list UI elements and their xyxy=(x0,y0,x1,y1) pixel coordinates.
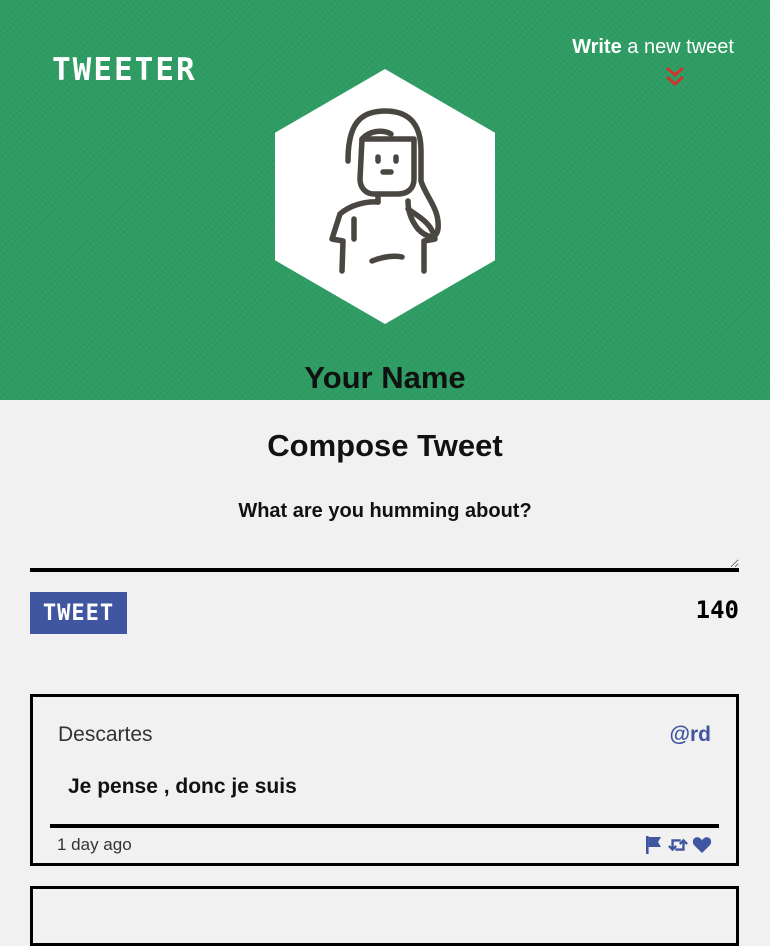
tweet-author: Descartes xyxy=(58,723,153,746)
user-name: Your Name xyxy=(304,360,466,395)
tweet-button[interactable]: TWEET xyxy=(30,592,127,634)
tweet-timestamp: 1 day ago xyxy=(57,835,132,854)
tweet-actions xyxy=(644,834,712,856)
double-chevron-down-icon[interactable] xyxy=(660,66,690,88)
tweet-divider xyxy=(50,824,719,828)
profile-header: TWEETER Write a new tweet Your Name xyxy=(0,0,770,400)
write-new-tweet-link[interactable]: Write a new tweet xyxy=(514,36,734,59)
compose-label: What are you humming about? xyxy=(238,500,532,522)
write-link-rest: a new tweet xyxy=(621,36,734,58)
heart-icon[interactable] xyxy=(692,835,712,855)
flag-icon[interactable] xyxy=(644,835,664,855)
character-counter: 140 xyxy=(695,596,739,624)
avatar xyxy=(275,69,495,324)
retweet-icon[interactable] xyxy=(668,835,688,855)
tweet-card: Descartes @rd Je pense , donc je suis 1 … xyxy=(30,694,739,866)
compose-title: Compose Tweet xyxy=(267,428,503,463)
tweet-text: Je pense , donc je suis xyxy=(68,775,297,798)
tweet-textarea[interactable] xyxy=(30,530,739,572)
app-logo: TWEETER xyxy=(52,52,197,88)
tweet-card xyxy=(30,886,739,946)
tweet-handle: @rd xyxy=(669,723,711,746)
write-link-strong: Write xyxy=(572,36,622,58)
